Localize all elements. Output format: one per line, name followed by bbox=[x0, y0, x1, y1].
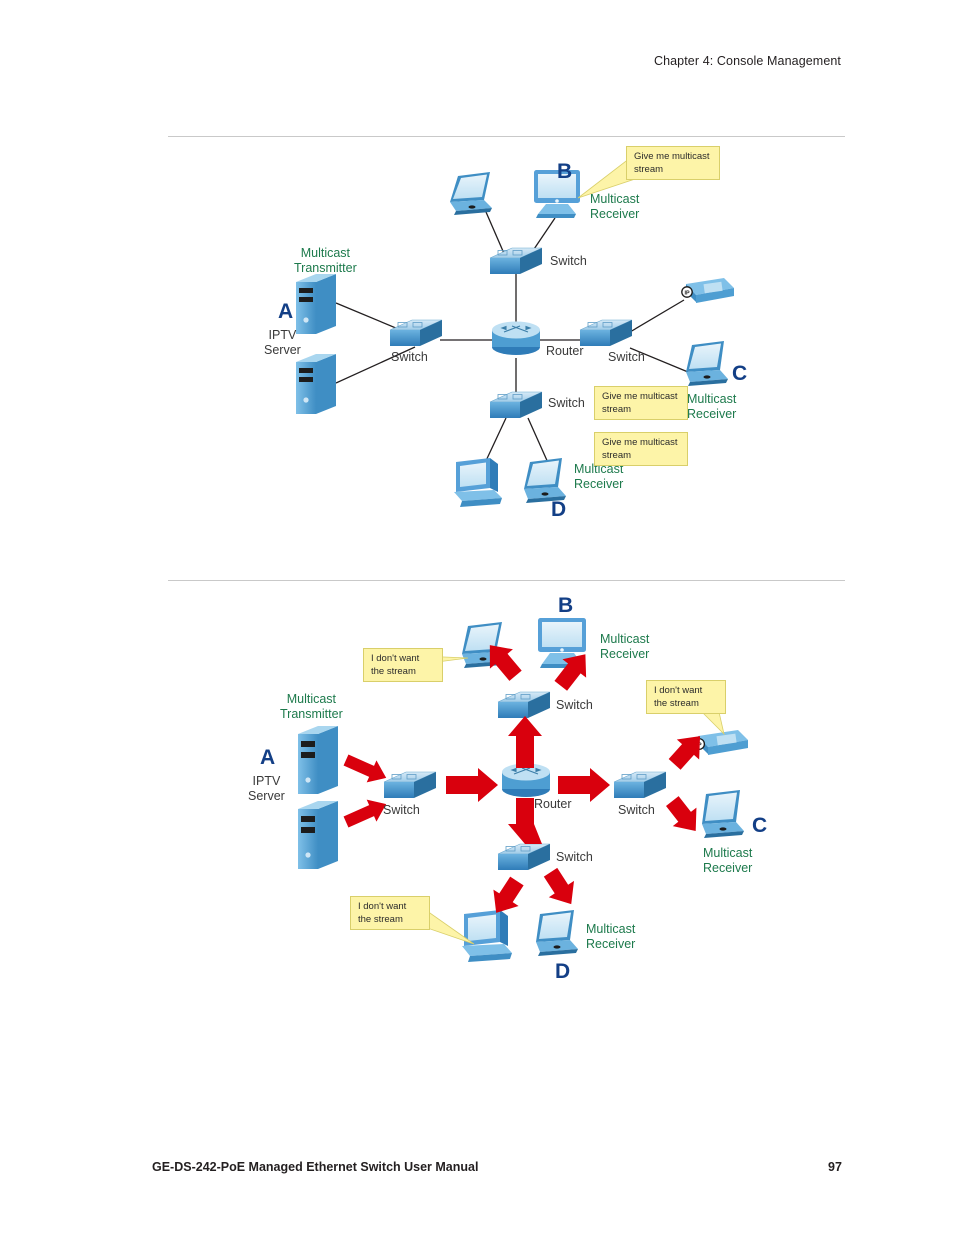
callout-give-me-multicast-stream-c: Give me multicast stream bbox=[594, 386, 688, 420]
label-iptv-server: IPTV Server bbox=[248, 774, 285, 803]
callout-give-me-multicast-stream-b: Give me multicast stream bbox=[626, 146, 720, 180]
device-iptv-server-lower bbox=[298, 801, 338, 869]
header-chapter-title: Chapter 4: Console Management bbox=[653, 54, 841, 68]
igmp-multicast-join-diagram: IP Multicast Transmitter A IPTV Server S… bbox=[168, 140, 845, 560]
device-router bbox=[502, 763, 550, 797]
label-receiver-c: Multicast Receiver bbox=[703, 846, 753, 875]
label-letter-d: D bbox=[555, 960, 571, 983]
device-laptop-c bbox=[686, 341, 728, 386]
label-receiver-b: Multicast Receiver bbox=[590, 192, 640, 221]
svg-text:IP: IP bbox=[684, 291, 689, 297]
device-iptv-server-upper bbox=[296, 274, 336, 334]
igmp-multicast-leave-diagram: IP bbox=[168, 584, 845, 1004]
label-letter-d: D bbox=[551, 498, 567, 521]
callout-i-dont-want-the-stream-b: I don't want the stream bbox=[363, 648, 443, 682]
callout-give-me-multicast-stream-d: Give me multicast stream bbox=[594, 432, 688, 466]
label-switch-left: Switch bbox=[383, 803, 420, 817]
device-laptop-b-left bbox=[450, 172, 492, 215]
label-letter-b: B bbox=[557, 160, 573, 183]
label-router: Router bbox=[534, 797, 572, 811]
device-iptv-server-upper bbox=[298, 726, 338, 794]
device-ip-phone: IP bbox=[692, 730, 748, 755]
label-iptv-server: IPTV Server bbox=[264, 328, 301, 357]
label-multicast-transmitter: Multicast Transmitter bbox=[294, 246, 357, 275]
device-iptv-server-lower bbox=[296, 354, 336, 414]
device-switch-right bbox=[613, 771, 667, 798]
figure-divider-top bbox=[168, 136, 845, 137]
label-switch-top: Switch bbox=[556, 698, 593, 712]
footer-manual-title: GE-DS-242-PoE Managed Ethernet Switch Us… bbox=[152, 1160, 479, 1174]
label-switch-right: Switch bbox=[608, 350, 645, 364]
device-switch-left bbox=[383, 771, 437, 798]
device-router bbox=[492, 321, 540, 355]
label-switch-top: Switch bbox=[550, 254, 587, 268]
label-letter-a: A bbox=[278, 300, 294, 323]
label-receiver-b: Multicast Receiver bbox=[600, 632, 650, 661]
device-switch-right bbox=[579, 319, 633, 346]
device-laptop-c bbox=[702, 790, 744, 838]
label-switch-left: Switch bbox=[391, 350, 428, 364]
label-letter-c: C bbox=[752, 814, 768, 837]
footer-page-number: 97 bbox=[828, 1160, 842, 1174]
label-receiver-d: Multicast Receiver bbox=[574, 462, 624, 491]
label-switch-bottom: Switch bbox=[556, 850, 593, 864]
label-switch-right: Switch bbox=[618, 803, 655, 817]
label-router: Router bbox=[546, 344, 584, 358]
device-pc-d-left bbox=[454, 458, 502, 507]
device-switch-bottom bbox=[497, 843, 551, 870]
device-switch-top bbox=[497, 691, 551, 718]
label-multicast-transmitter: Multicast Transmitter bbox=[280, 692, 343, 721]
figure-divider-middle bbox=[168, 580, 845, 581]
label-receiver-c: Multicast Receiver bbox=[687, 392, 737, 421]
label-receiver-d: Multicast Receiver bbox=[586, 922, 636, 951]
label-letter-a: A bbox=[260, 746, 276, 769]
label-letter-c: C bbox=[732, 362, 748, 385]
device-pc-d-left bbox=[462, 910, 512, 962]
document-page: Chapter 4: Console Management IP Multica… bbox=[0, 0, 954, 1235]
callout-i-dont-want-the-stream-d: I don't want the stream bbox=[350, 896, 430, 930]
device-laptop-d bbox=[536, 910, 578, 956]
callout-i-dont-want-the-stream-c: I don't want the stream bbox=[646, 680, 726, 714]
device-switch-top bbox=[489, 247, 543, 274]
device-switch-left bbox=[389, 319, 443, 346]
device-laptop-d bbox=[524, 458, 566, 503]
device-switch-bottom bbox=[489, 391, 543, 418]
label-switch-bottom: Switch bbox=[548, 396, 585, 410]
device-ip-phone: IP bbox=[681, 278, 734, 303]
label-letter-b: B bbox=[558, 594, 574, 617]
